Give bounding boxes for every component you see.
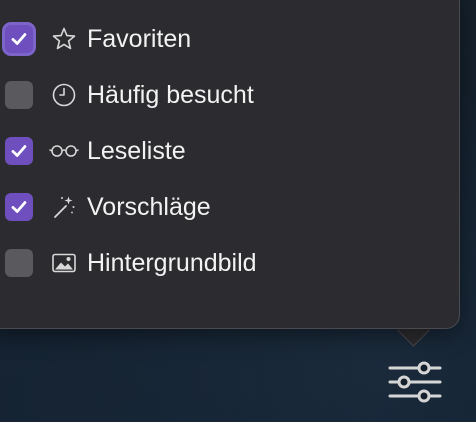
customize-start-page-button[interactable] (386, 357, 444, 407)
magic-wand-icon (49, 193, 79, 221)
clock-icon (49, 81, 79, 109)
menu-item-favoriten[interactable]: Favoriten (5, 21, 191, 57)
start-page-customize-popover: Favoriten Häufig besucht Leseliste Vorsc… (0, 0, 460, 329)
menu-item-label: Vorschläge (87, 193, 211, 221)
checkmark-icon (11, 33, 27, 45)
menu-item-vorschlaege[interactable]: Vorschläge (5, 189, 211, 225)
haeufig-besucht-checkbox[interactable] (5, 81, 33, 109)
menu-item-hintergrundbild[interactable]: Hintergrundbild (5, 245, 257, 281)
glasses-icon (49, 137, 79, 165)
star-icon (49, 25, 79, 53)
checkmark-icon (11, 201, 27, 213)
sliders-icon (388, 361, 442, 403)
hintergrundbild-checkbox[interactable] (5, 249, 33, 277)
menu-item-label: Hintergrundbild (87, 249, 257, 277)
vorschlaege-checkbox[interactable] (5, 193, 33, 221)
favoriten-checkbox[interactable] (5, 25, 33, 53)
image-icon (49, 249, 79, 277)
menu-item-label: Favoriten (87, 25, 192, 53)
checkmark-icon (11, 145, 27, 157)
menu-item-label: Häufig besucht (87, 81, 254, 109)
menu-item-label: Leseliste (87, 137, 186, 165)
menu-item-leseliste[interactable]: Leseliste (5, 133, 186, 169)
leseliste-checkbox[interactable] (5, 137, 33, 165)
menu-item-haeufig-besucht[interactable]: Häufig besucht (5, 77, 254, 113)
